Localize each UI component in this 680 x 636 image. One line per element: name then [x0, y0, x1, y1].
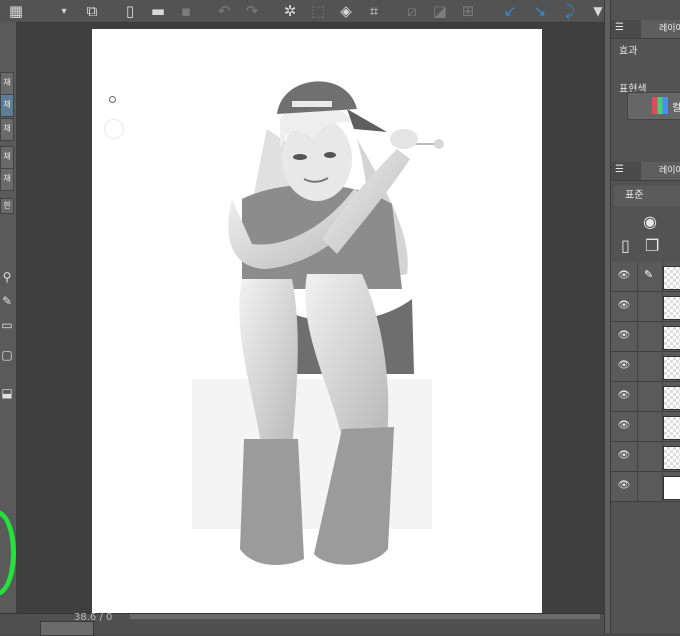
layer-list: 👁 ✎ 👁 👁 👁 👁 👁 �	[611, 262, 680, 502]
layer-lock-cell	[637, 292, 663, 321]
horizontal-scrollbar[interactable]	[130, 614, 600, 619]
rgb-color-icon	[652, 97, 668, 114]
layer-lock-cell	[637, 322, 663, 351]
left-tool-panel: 채 채 채 채 채 한 ⚲ ✎ ▭ ▢ ⬓	[0, 22, 17, 633]
tab-layer[interactable]: 레이어	[641, 162, 680, 180]
left-tab[interactable]: 채	[0, 168, 14, 191]
left-tab[interactable]: 채	[0, 118, 14, 141]
left-tab[interactable]: 한	[0, 198, 14, 214]
gradient-icon[interactable]: ◪	[430, 1, 450, 21]
effect-label: 효과	[619, 46, 638, 57]
dropdown-icon[interactable]: ▾	[54, 1, 74, 21]
canvas-tab[interactable]	[40, 621, 94, 636]
layer-row[interactable]: 👁	[611, 442, 680, 472]
layer-row[interactable]: 👁	[611, 322, 680, 352]
eye-icon[interactable]: 👁	[617, 450, 631, 461]
square-tool-icon[interactable]: ▢	[0, 348, 14, 366]
eye-icon[interactable]: 👁	[617, 480, 631, 491]
layer-row[interactable]: 👁	[611, 472, 680, 502]
layer-row[interactable]: 👁	[611, 352, 680, 382]
fill-tool-icon[interactable]: ⬓	[0, 386, 14, 404]
left-tab[interactable]: 채	[0, 146, 14, 169]
layer-thumbnail	[663, 266, 680, 290]
eye-icon[interactable]: 👁	[617, 420, 631, 431]
layer-row[interactable]: 👁 ✎	[611, 262, 680, 292]
menu-icon[interactable]: ☰	[615, 164, 624, 175]
brush-cursor	[109, 96, 116, 103]
eye-icon[interactable]: 👁	[617, 300, 631, 311]
eye-icon[interactable]: 👁	[617, 330, 631, 341]
fill-icon[interactable]: ◈	[336, 1, 356, 21]
status-bar: 38.6 / 0	[0, 612, 604, 636]
layer-row[interactable]: 👁	[611, 292, 680, 322]
new-file-icon[interactable]: ▯	[120, 1, 140, 21]
save-icon[interactable]: ▪	[176, 1, 196, 21]
brush-size-ring	[104, 119, 124, 139]
left-tab[interactable]: 채	[0, 94, 14, 117]
eye-icon[interactable]: 👁	[617, 360, 631, 371]
layer-thumbnail	[663, 446, 680, 470]
menu-icon[interactable]: ☰	[615, 22, 624, 33]
blend-mode-select[interactable]: 표준	[615, 186, 680, 206]
loading-icon[interactable]: ✲	[280, 1, 300, 21]
right-panel: ☰ 레이어 효과 표현색 컬 ☰ 레이어 표준 ◉ ▯ ❐ 👁 ✎ 👁 👁 👁 …	[604, 0, 680, 633]
left-tab[interactable]: 채	[0, 72, 14, 95]
eye-icon[interactable]: 👁	[617, 390, 631, 401]
ruler-icon[interactable]: ⧄	[402, 1, 422, 21]
layer-thumbnail	[663, 326, 680, 350]
layer-panel-header: ☰ 레이어	[611, 162, 680, 181]
color-wheel[interactable]	[0, 510, 16, 596]
layer-tab-label: 레이어	[659, 166, 680, 176]
pen-tool-icon[interactable]: ✎	[0, 294, 14, 312]
top-toolbar: ▦ ▾ ⧉ ▯ ▬ ▪ ↶ ↷ ✲ ⬚ ◈ ⌗ ⧄ ◪ ⊞ ↙ ↘ ⤸ ▼	[0, 0, 680, 23]
magnifier-icon[interactable]: ⚲	[0, 270, 14, 288]
layer-lock-cell	[637, 412, 663, 441]
new-layer-icon[interactable]: ▯	[621, 236, 630, 255]
tab-layer-property[interactable]: 레이어	[641, 20, 680, 38]
expression-color-button[interactable]: 컬	[627, 92, 680, 120]
redo-icon[interactable]: ↷	[242, 1, 262, 21]
color-button-label: 컬	[672, 103, 680, 114]
grid-menu-icon[interactable]: ▦	[6, 1, 26, 21]
canvas-area[interactable]	[17, 23, 604, 613]
eraser-icon[interactable]: ▭	[0, 318, 14, 336]
layer-lock-cell	[637, 472, 663, 501]
layer-lock-cell	[637, 352, 663, 381]
rotate-left-icon[interactable]: ↙	[500, 1, 520, 21]
drawing-canvas[interactable]	[92, 29, 542, 613]
layer-row[interactable]: 👁	[611, 412, 680, 442]
duplicate-layer-icon[interactable]: ❐	[645, 236, 659, 255]
layer-lock-cell	[637, 442, 663, 471]
flip-icon[interactable]: ⤸	[560, 1, 580, 21]
layer-thumbnail	[663, 476, 680, 500]
layer-row[interactable]: 👁	[611, 382, 680, 412]
layer-thumbnail	[663, 356, 680, 380]
layer-thumbnail	[663, 416, 680, 440]
crop-icon[interactable]: ⌗	[364, 1, 384, 21]
undo-icon[interactable]: ↶	[214, 1, 234, 21]
rotate-right-icon[interactable]: ↘	[530, 1, 550, 21]
layer-property-header: ☰ 레이어	[611, 20, 680, 39]
transform-icon[interactable]: ⬚	[308, 1, 328, 21]
layer-mask-icon[interactable]: ◉	[643, 212, 657, 231]
select-icon[interactable]: ⊞	[458, 1, 478, 21]
layer-thumbnail	[663, 296, 680, 320]
open-folder-icon[interactable]: ▬	[148, 1, 168, 21]
eye-icon[interactable]: 👁	[617, 270, 631, 281]
layer-thumbnail	[663, 386, 680, 410]
clipboard-icon[interactable]: ⧉	[82, 1, 102, 21]
layer-lock-cell	[637, 382, 663, 411]
layer-property-tab-label: 레이어	[659, 24, 680, 34]
pen-icon: ✎	[637, 262, 663, 291]
artwork-illustration	[192, 81, 444, 565]
